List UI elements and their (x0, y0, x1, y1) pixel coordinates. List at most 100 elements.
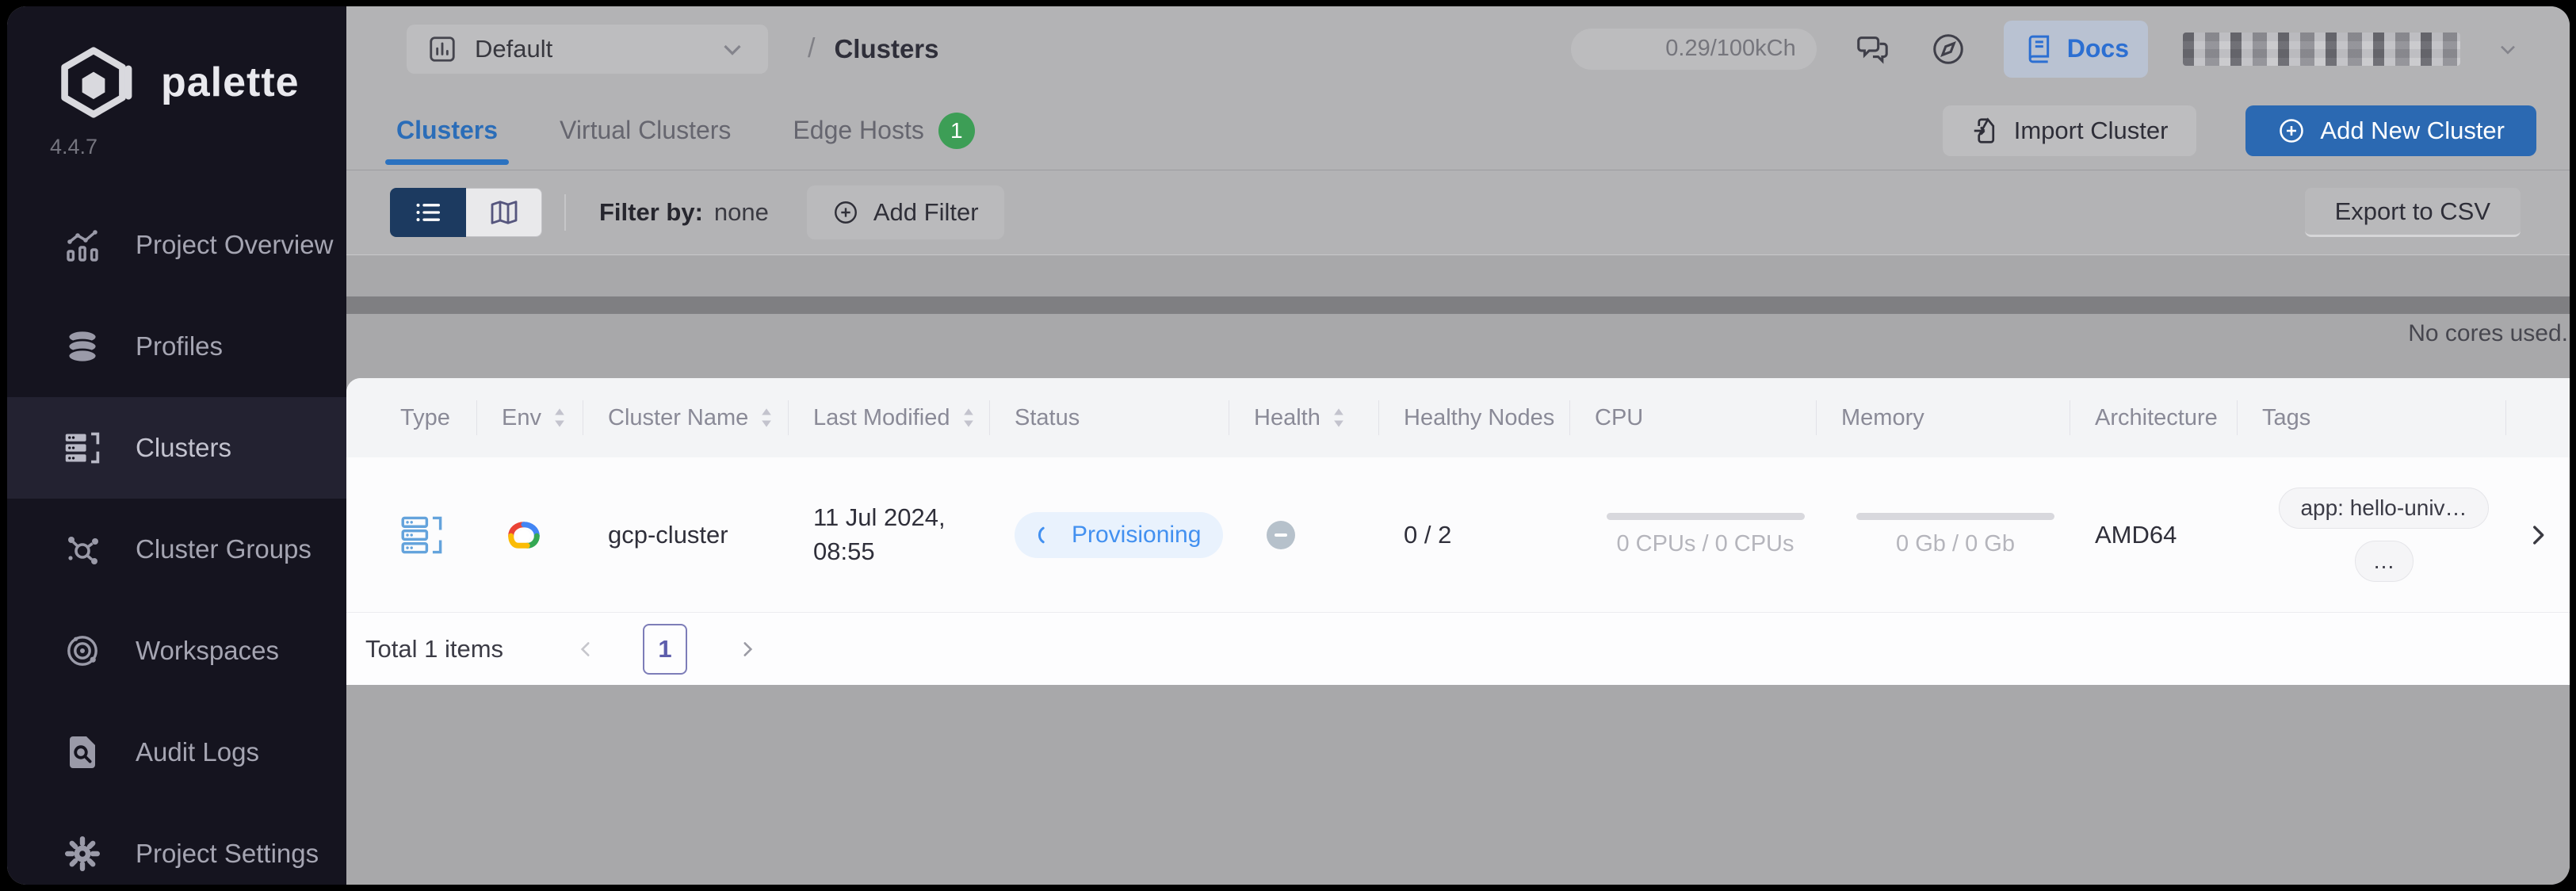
edge-hosts-count-badge: 1 (938, 113, 975, 149)
content-backdrop: No cores used. (346, 255, 2570, 378)
tab-virtual-clusters[interactable]: Virtual Clusters (553, 91, 737, 170)
column-architecture: Architecture (2070, 378, 2237, 457)
brand-name: palette (161, 59, 300, 106)
page-background (346, 685, 2570, 885)
cpu-cell: 0 CPUs / 0 CPUs (1569, 457, 1816, 612)
table-row[interactable]: gcp-cluster 11 Jul 2024, 08:55 Provision… (346, 457, 2570, 612)
project-selector[interactable]: Default (407, 25, 768, 74)
add-filter-button[interactable]: Add Filter (807, 185, 1004, 239)
chevron-left-icon (575, 639, 596, 660)
chevron-right-icon[interactable] (2524, 522, 2551, 549)
pagination-next-button[interactable] (732, 633, 763, 665)
chat-icon (1854, 31, 1890, 67)
total-items-label: Total 1 items (365, 635, 503, 663)
sidebar-item-cluster-groups[interactable]: Cluster Groups (7, 499, 346, 600)
sidebar-item-label: Profiles (136, 331, 223, 361)
list-view-button[interactable] (390, 188, 466, 237)
last-modified-time: 08:55 (813, 535, 875, 569)
sidebar-item-label: Project Overview (136, 230, 333, 260)
sidebar: palette 4.4.7 Project Overview (7, 6, 346, 885)
tags-cell: app: hello-univ… … (2237, 457, 2505, 612)
cpu-usage-label: 0 CPUs / 0 CPUs (1617, 531, 1794, 557)
workspaces-icon (63, 631, 102, 671)
import-icon (1971, 117, 2000, 145)
sort-icon (963, 408, 974, 427)
export-csv-button[interactable]: Export to CSV (2305, 188, 2521, 237)
profiles-icon (63, 327, 102, 366)
main-content: Default / Clusters 0.29/100kCh (346, 6, 2570, 885)
healthy-nodes-cell: 0 / 2 (1378, 457, 1569, 612)
clusters-table: Type Env Cluster Name Last Modified Stat… (346, 378, 2570, 685)
pagination-prev-button[interactable] (570, 633, 602, 665)
import-cluster-label: Import Cluster (2014, 117, 2169, 145)
docs-link[interactable]: Docs (2004, 21, 2148, 78)
plus-circle-icon (832, 199, 859, 226)
memory-cell: 0 Gb / 0 Gb (1816, 457, 2070, 612)
app-window: palette 4.4.7 Project Overview (7, 6, 2570, 885)
book-icon (2023, 33, 2054, 65)
page-title: Clusters (834, 34, 938, 64)
audit-logs-icon (63, 732, 102, 772)
health-cell (1229, 457, 1378, 612)
divider (564, 194, 566, 231)
explore-button[interactable] (1928, 29, 1969, 70)
sidebar-item-clusters[interactable]: Clusters (7, 397, 346, 499)
topbar-actions: 0.29/100kCh (1571, 21, 2521, 78)
tab-label: Virtual Clusters (560, 116, 731, 145)
sort-icon (554, 408, 565, 427)
last-modified-date: 11 Jul 2024, (813, 501, 946, 535)
tab-edge-hosts[interactable]: Edge Hosts 1 (786, 91, 980, 170)
gcp-cloud-icon (502, 517, 546, 553)
cluster-type-cell (346, 457, 476, 612)
column-memory: Memory (1816, 378, 2070, 457)
filter-bar: Filter by: none Add Filter Export to CSV (346, 170, 2570, 254)
sidebar-item-project-overview[interactable]: Project Overview (7, 194, 346, 296)
project-chart-icon (427, 34, 457, 64)
import-cluster-button[interactable]: Import Cluster (1943, 105, 2197, 156)
sidebar-item-workspaces[interactable]: Workspaces (7, 600, 346, 702)
sidebar-item-profiles[interactable]: Profiles (7, 296, 346, 397)
chat-button[interactable] (1852, 29, 1893, 70)
cores-usage-notice: No cores used. (346, 320, 2570, 347)
project-selector-value: Default (475, 35, 552, 63)
cpu-progress-bar (1607, 513, 1805, 520)
map-view-icon (488, 197, 520, 228)
pagination-page-1[interactable]: 1 (643, 624, 687, 675)
user-chevron-down-icon[interactable] (2495, 36, 2521, 62)
sidebar-item-project-settings[interactable]: Project Settings (7, 803, 346, 885)
cluster-type-icon (400, 514, 445, 556)
tab-clusters[interactable]: Clusters (390, 91, 504, 170)
column-env[interactable]: Env (476, 378, 583, 457)
list-view-icon (412, 197, 444, 228)
topbar: Default / Clusters 0.29/100kCh (346, 6, 2570, 91)
tag-badge[interactable]: app: hello-univ… (2279, 488, 2488, 529)
sidebar-item-label: Audit Logs (136, 737, 259, 767)
add-new-cluster-button[interactable]: Add New Cluster (2245, 105, 2536, 156)
sort-icon (1333, 408, 1344, 427)
column-last-modified[interactable]: Last Modified (788, 378, 989, 457)
memory-progress-bar (1856, 513, 2054, 520)
sidebar-nav: Project Overview Profiles (7, 194, 346, 885)
project-overview-icon (63, 225, 102, 265)
sidebar-item-audit-logs[interactable]: Audit Logs (7, 702, 346, 803)
column-tags: Tags (2237, 378, 2505, 457)
scroll-band (346, 296, 2570, 314)
table-header: Type Env Cluster Name Last Modified Stat… (346, 378, 2570, 457)
row-expand-cell (2505, 457, 2570, 612)
column-healthy-nodes: Healthy Nodes (1378, 378, 1569, 457)
clusters-icon (63, 428, 102, 468)
chevron-right-icon (737, 639, 758, 660)
last-modified-cell: 11 Jul 2024, 08:55 (788, 457, 989, 612)
plus-circle-icon (2277, 117, 2306, 145)
health-unknown-icon (1267, 521, 1295, 549)
more-tags-badge[interactable]: … (2355, 541, 2414, 582)
map-view-button[interactable] (466, 188, 542, 237)
user-menu-redacted[interactable] (2183, 33, 2460, 66)
cluster-env-cell (476, 457, 583, 612)
column-health[interactable]: Health (1229, 378, 1378, 457)
breadcrumb-separator: / (808, 33, 815, 64)
column-cluster-name[interactable]: Cluster Name (583, 378, 788, 457)
status-badge: Provisioning (1015, 512, 1223, 558)
docs-label: Docs (2067, 34, 2129, 63)
breadcrumb: / Clusters (808, 33, 939, 64)
